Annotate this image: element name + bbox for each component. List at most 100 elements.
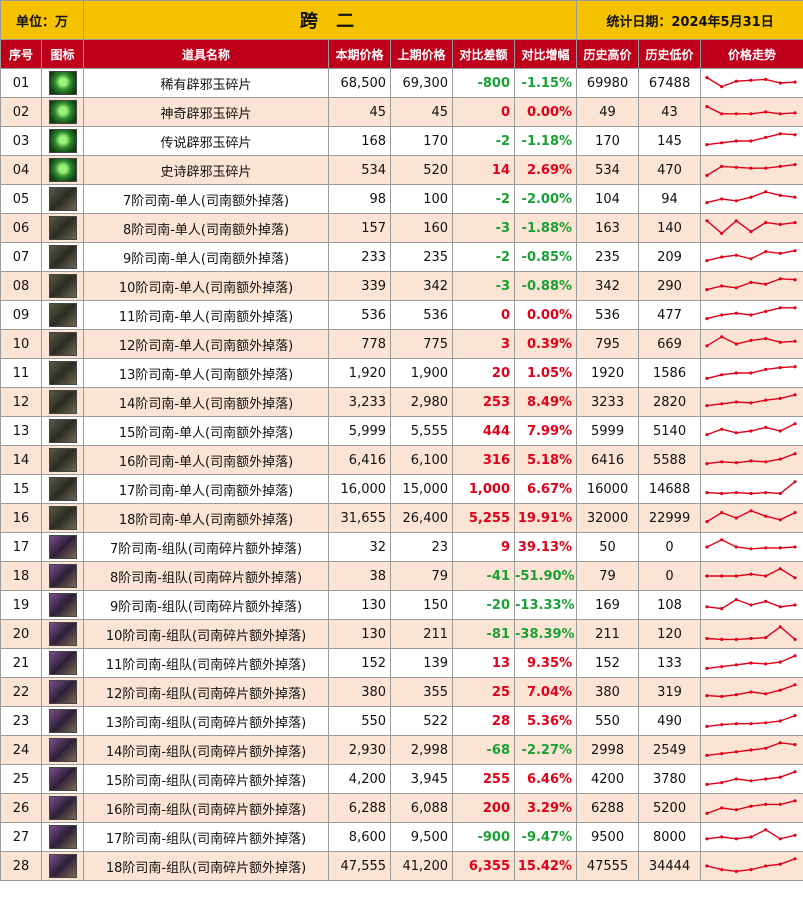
trend-point [749,459,753,463]
previous-price: 235 [390,242,454,272]
trend-cell [700,300,803,330]
historical-high: 795 [576,329,640,359]
item-icon-cell [40,503,85,533]
trend-cell [700,329,803,359]
trend-point [749,722,753,726]
trend-point [764,514,768,518]
item-icon-cell [40,242,85,272]
current-price: 233 [328,242,392,272]
trend-point [720,694,724,699]
trend-point [720,141,724,145]
price-diff: 3 [452,329,516,359]
historical-high: 49 [576,97,640,127]
purple-fish-icon [48,796,77,820]
previous-price: 9,500 [390,822,454,852]
trend-cell [700,445,803,475]
price-trend-sparkline [705,857,797,873]
current-price: 3,233 [328,387,392,417]
price-change-pct: 39.13% [514,532,578,562]
item-icon-cell [40,358,85,388]
historical-high: 170 [576,126,640,156]
historical-low: 669 [638,329,702,359]
trend-point [720,313,724,317]
trend-point [734,722,738,726]
trend-point [764,828,768,832]
trend-point [705,201,709,205]
item-name: 14阶司南-单人(司南额外掉落) [83,387,330,417]
current-price: 1,920 [328,358,392,388]
trend-point [720,402,724,406]
trend-point [793,365,797,369]
trend-point [720,835,724,839]
historical-low: 319 [638,677,702,707]
historical-high: 47555 [576,851,640,881]
previous-price: 775 [390,329,454,359]
previous-price: 41,200 [390,851,454,881]
previous-price: 536 [390,300,454,330]
purple-fish-icon [48,651,77,675]
trend-point [720,511,724,515]
trend-point [720,607,724,611]
trend-point [764,166,768,170]
item-name: 18阶司南-单人(司南额外掉落) [83,503,330,533]
previous-price: 69,300 [390,68,454,98]
historical-high: 152 [576,648,640,678]
trend-point [793,339,797,343]
item-icon-cell [40,590,85,620]
current-price: 16,000 [328,474,392,504]
trend-point [764,398,768,402]
table-row: 18 8阶司南-组队(司南碎片额外掉落) 38 79 -41 -51.90% 79 0 [0,561,803,591]
historical-low: 3780 [638,764,702,794]
trend-cell [700,590,803,620]
price-trend-sparkline [705,306,797,321]
title-row: 单位：万 跨 二 统计日期：2024年5月31日 [0,0,803,40]
historical-high: 79 [576,561,640,591]
trend-point [793,799,797,803]
col-header-high: 历史高价 [576,39,640,69]
table-row: 14 16阶司南-单人(司南额外掉落) 6,416 6,100 316 5.18% 6416… [0,445,803,475]
trend-point [705,520,709,524]
table-row: 23 13阶司南-组队(司南碎片额外掉落) 550 522 28 5.36% 550 490 [0,706,803,736]
item-name: 12阶司南-组队(司南碎片额外掉落) [83,677,330,707]
trend-point [778,193,782,197]
previous-price: 150 [390,590,454,620]
historical-high: 534 [576,155,640,185]
table-row: 27 17阶司南-组队(司南碎片额外掉落) 8,600 9,500 -900 -9.47%… [0,822,803,852]
table-row: 21 11阶司南-组队(司南碎片额外掉落) 152 139 13 9.35% 152 133 [0,648,803,678]
trend-point [720,85,724,89]
item-name: 16阶司南-单人(司南额外掉落) [83,445,330,475]
row-number: 15 [0,474,42,504]
trend-point [793,393,797,397]
table-row: 17 7阶司南-组队(司南碎片额外掉落) 32 23 9 39.13% 50 0 [0,532,803,562]
trend-point [749,547,753,551]
green-jade-icon [48,71,77,95]
trend-point [793,545,797,549]
trend-point [734,112,738,116]
table-row: 11 13阶司南-单人(司南额外掉落) 1,920 1,900 20 1.05% 1920 1… [0,358,803,388]
col-header-icon: 图标 [40,39,85,69]
item-name: 15阶司南-组队(司南碎片额外掉落) [83,764,330,794]
price-trend-sparkline [705,480,797,496]
row-number: 04 [0,155,42,185]
price-diff: 28 [452,706,516,736]
trend-point [734,516,738,520]
historical-low: 2820 [638,387,702,417]
historical-high: 163 [576,213,640,243]
price-change-pct: -0.85% [514,242,578,272]
dark-fish-icon [48,332,77,356]
historical-low: 490 [638,706,702,736]
trend-point [778,366,782,370]
table-row: 08 10阶司南-单人(司南额外掉落) 339 342 -3 -0.88% 342 290 [0,271,803,301]
price-diff: 200 [452,793,516,823]
historical-high: 16000 [576,474,640,504]
price-trend-sparkline [705,828,797,841]
current-price: 168 [328,126,392,156]
current-price: 339 [328,271,392,301]
trend-point [720,231,724,235]
historical-low: 140 [638,213,702,243]
table-row: 02 神奇辟邪玉碎片 45 45 0 0.00% 49 43 [0,97,803,127]
trend-point [764,802,768,806]
trend-cell [700,503,803,533]
trend-line [706,278,796,291]
trend-point [778,688,782,692]
